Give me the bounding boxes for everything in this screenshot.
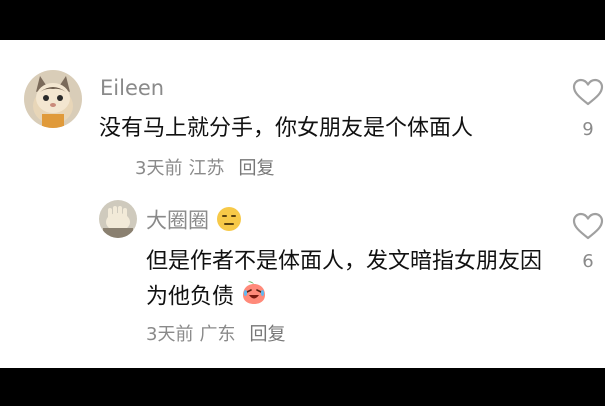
comment-text-block: 但是作者不是体面人，发文暗指女朋友因为他负债 xyxy=(146,245,546,316)
crying-laughing-peach-emoji xyxy=(241,279,267,316)
comment-author[interactable]: 大圈圈 xyxy=(146,209,209,233)
like-button[interactable] xyxy=(570,78,605,110)
cat-avatar-icon xyxy=(24,70,82,128)
comment-location: 广东 xyxy=(199,324,236,345)
like-count: 6 xyxy=(582,251,594,272)
comment-text: 没有马上就分手，你女朋友是个体面人 xyxy=(99,116,474,141)
commenter-avatar-cat[interactable] xyxy=(24,70,82,128)
commenter-avatar-hand[interactable] xyxy=(99,200,137,238)
like-button[interactable] xyxy=(570,212,605,244)
expressionless-face-icon xyxy=(216,207,241,231)
comment-text: 但是作者不是体面人，发文暗指女朋友因为他负债 xyxy=(146,249,543,310)
comment-author-line: 大圈圈 xyxy=(146,206,242,237)
comment-meta: 3天前 江苏 回复 xyxy=(135,158,274,180)
like-count: 9 xyxy=(582,119,594,140)
letterbox-bottom xyxy=(0,368,605,406)
comment-time: 3天前 xyxy=(146,324,194,345)
hand-avatar-icon xyxy=(99,200,137,238)
comment-location: 江苏 xyxy=(188,158,225,179)
heart-icon xyxy=(572,78,604,106)
comment-author[interactable]: Eileen xyxy=(100,76,164,100)
heart-icon xyxy=(572,212,604,240)
comment-time: 3天前 xyxy=(135,158,183,179)
comment-meta: 3天前 广东 回复 xyxy=(146,324,285,346)
expressionless-face-emoji xyxy=(216,206,242,237)
crying-laughing-peach-icon xyxy=(243,281,266,304)
reply-button[interactable]: 回复 xyxy=(238,158,274,179)
letterbox-top xyxy=(0,0,605,40)
reply-button[interactable]: 回复 xyxy=(249,324,285,345)
